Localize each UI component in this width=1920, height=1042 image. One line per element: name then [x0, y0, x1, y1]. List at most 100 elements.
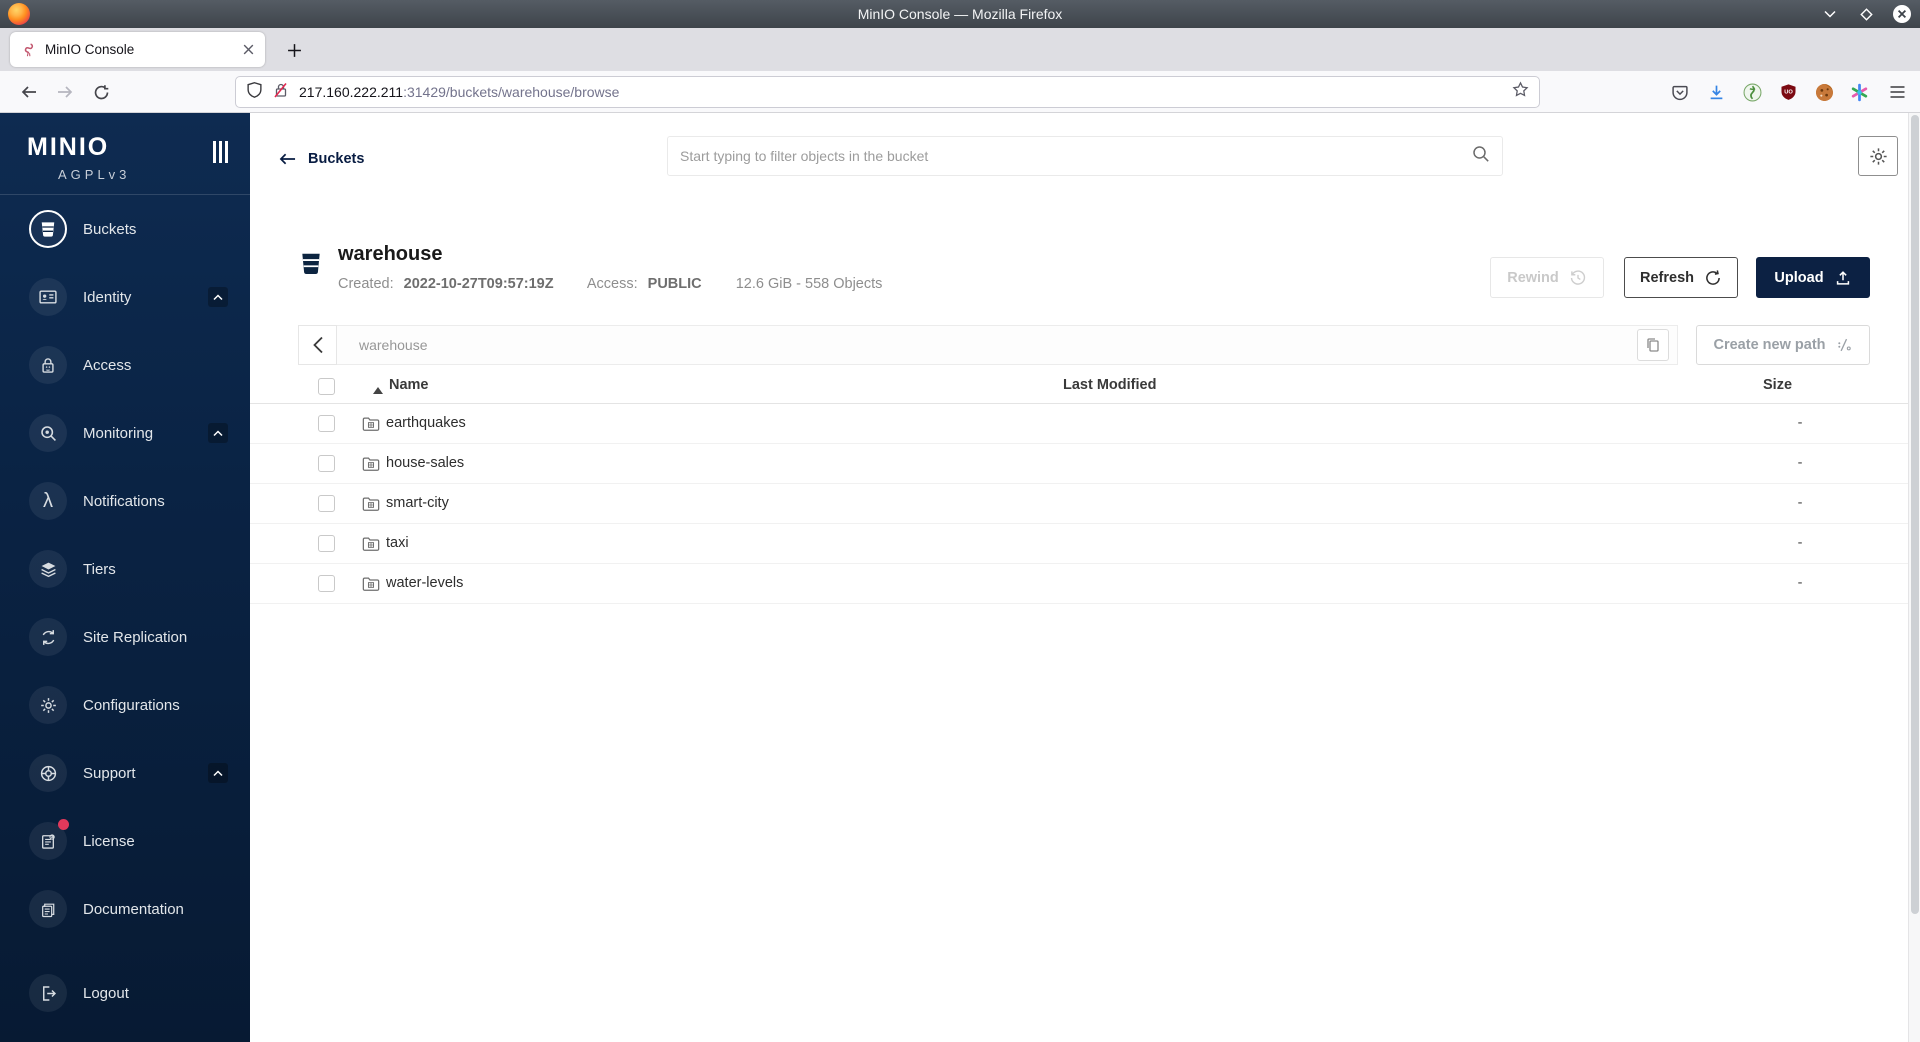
sidebar-item-support[interactable]: Support: [0, 739, 250, 807]
sort-ascending-icon: [373, 382, 383, 398]
insecure-lock-icon[interactable]: [273, 81, 289, 104]
sidebar-item-monitoring[interactable]: Monitoring: [0, 399, 250, 467]
table-row[interactable]: taxi -: [250, 524, 1908, 564]
window-titlebar: MinIO Console — Mozilla Firefox: [0, 0, 1920, 28]
page-scrollbar[interactable]: [1908, 113, 1920, 1042]
url-bar[interactable]: 217.160.222.211:31429/buckets/warehouse/…: [235, 76, 1540, 108]
folder-icon: [362, 536, 380, 557]
lock-icon: [29, 346, 67, 384]
new-tab-button[interactable]: [282, 38, 306, 62]
object-size: -: [1797, 415, 1803, 431]
table-row[interactable]: smart-city -: [250, 484, 1908, 524]
chevron-left-icon: [312, 336, 323, 354]
filter-search-input[interactable]: [680, 148, 1472, 164]
bucket-meta: Created: 2022-10-27T09:57:19Z Access: PU…: [338, 276, 882, 292]
cookie-icon[interactable]: [1811, 79, 1837, 105]
create-new-path-label: Create new path: [1713, 337, 1826, 353]
license-edition-label: AGPLv3: [58, 167, 131, 182]
search-icon: [1472, 145, 1490, 168]
row-checkbox[interactable]: [318, 535, 335, 552]
chevron-up-icon[interactable]: [208, 287, 228, 307]
window-close-button[interactable]: [1892, 4, 1912, 24]
layers-icon: [29, 550, 67, 588]
bucket-icon: [298, 250, 324, 281]
sidebar-item-label: Notifications: [83, 492, 165, 510]
refresh-label: Refresh: [1640, 269, 1694, 286]
sidebar-item-label: Logout: [83, 984, 129, 1002]
column-header-size: Size: [1763, 377, 1793, 393]
bookmark-star-icon[interactable]: [1512, 81, 1529, 103]
rewind-label: Rewind: [1507, 269, 1559, 286]
back-to-buckets[interactable]: Buckets: [279, 151, 364, 167]
download-icon[interactable]: [1703, 79, 1729, 105]
lambda-icon: λ: [29, 482, 67, 520]
chevron-up-icon[interactable]: [208, 763, 228, 783]
minio-logo: MINIO: [27, 133, 110, 161]
window-minimize-button[interactable]: [1820, 4, 1840, 24]
sidebar-item-access[interactable]: Access: [0, 331, 250, 399]
tab-title: MinIO Console: [45, 42, 135, 57]
row-checkbox[interactable]: [318, 415, 335, 432]
sidebar-item-site-replication[interactable]: Site Replication: [0, 603, 250, 671]
sidebar-item-license[interactable]: License: [0, 807, 250, 875]
current-path: warehouse: [359, 337, 428, 353]
shield-icon[interactable]: [246, 81, 263, 104]
copy-path-button[interactable]: [1637, 329, 1669, 361]
filter-search-box[interactable]: [667, 136, 1503, 176]
back-icon[interactable]: [16, 79, 42, 105]
menu-hamburger-icon[interactable]: [1884, 79, 1910, 105]
refresh-button[interactable]: Refresh: [1624, 257, 1738, 298]
rewind-button[interactable]: Rewind: [1490, 257, 1604, 298]
ublock-origin-icon[interactable]: UO: [1775, 79, 1801, 105]
sidebar-item-label: Monitoring: [83, 424, 154, 442]
copy-icon: [1647, 338, 1659, 352]
breadcrumb-label: Buckets: [308, 151, 365, 167]
sidebar-item-label: Site Replication: [83, 628, 188, 646]
browser-tab[interactable]: MinIO Console: [10, 32, 265, 67]
multicolor-extension-icon[interactable]: [1846, 79, 1872, 105]
sidebar-item-identity[interactable]: Identity: [0, 263, 250, 331]
tab-close-icon[interactable]: [242, 43, 255, 56]
settings-gear-button[interactable]: [1858, 136, 1898, 176]
table-row[interactable]: earthquakes -: [250, 404, 1908, 444]
column-header-name[interactable]: Name: [389, 377, 429, 393]
row-checkbox[interactable]: [318, 455, 335, 472]
current-path-bar[interactable]: warehouse: [337, 325, 1678, 365]
id-card-icon: [29, 278, 67, 316]
minio-favicon-icon: [24, 42, 34, 56]
sidebar-item-label: Buckets: [83, 220, 137, 238]
main-content: Buckets warehouse Created: 2022-10-27T09…: [250, 113, 1908, 1042]
svg-text:UO: UO: [1784, 90, 1793, 96]
reload-icon[interactable]: [88, 79, 114, 105]
sidebar-item-configurations[interactable]: Configurations: [0, 671, 250, 739]
forward-icon[interactable]: [52, 79, 78, 105]
sidebar-item-tiers[interactable]: Tiers: [0, 535, 250, 603]
scrollbar-thumb[interactable]: [1911, 115, 1919, 914]
row-checkbox[interactable]: [318, 575, 335, 592]
folder-icon: [362, 456, 380, 477]
sidebar-collapse-icon[interactable]: [213, 141, 228, 163]
sidebar-item-notifications[interactable]: λ Notifications: [0, 467, 250, 535]
sidebar-item-buckets[interactable]: Buckets: [0, 195, 250, 263]
row-checkbox[interactable]: [318, 495, 335, 512]
sidebar-item-documentation[interactable]: Documentation: [0, 875, 250, 943]
chevron-up-icon[interactable]: [208, 423, 228, 443]
path-back-button[interactable]: [298, 325, 337, 365]
window-maximize-button[interactable]: [1856, 4, 1876, 24]
select-all-checkbox[interactable]: [318, 378, 335, 395]
column-header-last-modified: Last Modified: [1063, 377, 1157, 393]
folder-icon: [362, 576, 380, 597]
extension-green-icon[interactable]: [1739, 79, 1765, 105]
logout-icon: [29, 974, 67, 1012]
url-text: 217.160.222.211:31429/buckets/warehouse/…: [299, 84, 620, 100]
object-size: -: [1797, 535, 1803, 551]
table-row[interactable]: water-levels -: [250, 564, 1908, 604]
create-new-path-button[interactable]: Create new path: [1696, 325, 1870, 365]
object-name: smart-city: [386, 495, 449, 511]
magnifier-icon: [29, 414, 67, 452]
table-row[interactable]: house-sales -: [250, 444, 1908, 484]
upload-button[interactable]: Upload: [1756, 257, 1870, 298]
rewind-icon: [1570, 269, 1585, 285]
pocket-icon[interactable]: [1667, 79, 1693, 105]
sidebar-item-logout[interactable]: Logout: [0, 959, 250, 1027]
